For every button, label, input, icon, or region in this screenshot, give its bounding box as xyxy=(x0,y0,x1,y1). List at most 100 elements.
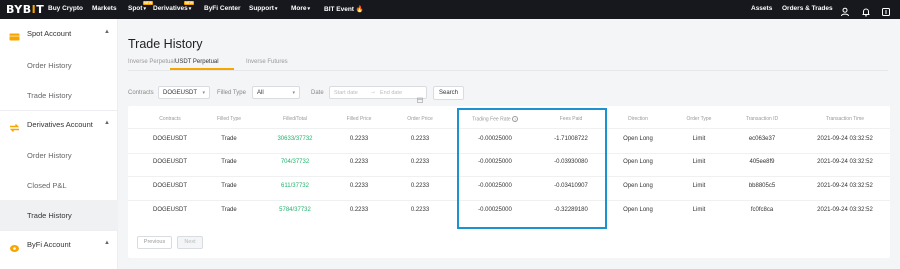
chevron-down-icon: ▾ xyxy=(274,6,278,12)
sidebar-item-derivatives-trade-history[interactable]: Trade History xyxy=(0,200,118,230)
table-cell: Limit xyxy=(692,207,706,213)
tab-usdt-perpetual[interactable]: USDT Perpetual xyxy=(175,59,219,65)
table-cell: 5784/37732 xyxy=(279,207,311,213)
column-header: Order Price xyxy=(407,116,433,122)
table-cell: 2021-09-24 03:32:52 xyxy=(817,136,873,142)
sidebar-item-spot-order-history[interactable]: Order History xyxy=(0,50,118,80)
filled-type-select[interactable]: All ▾ xyxy=(252,86,300,99)
sidebar-section-derivatives-account[interactable]: Derivatives Account ▲ xyxy=(0,110,118,140)
nav-more[interactable]: More▾ xyxy=(291,5,310,12)
calendar-icon[interactable] xyxy=(417,90,423,103)
start-date-input[interactable]: Start date xyxy=(334,90,358,96)
new-badge: NEW xyxy=(143,1,154,5)
chevron-down-icon: ▾ xyxy=(292,90,295,96)
chevron-up-icon: ▲ xyxy=(104,29,110,35)
table-cell: 0.2233 xyxy=(349,159,369,165)
table-cell: 2021-09-24 03:32:52 xyxy=(817,159,873,165)
chevron-up-icon: ▲ xyxy=(104,240,110,246)
table-cell: 0.2233 xyxy=(410,183,430,189)
table-cell: Open Long xyxy=(623,207,653,213)
table-cell: 611/37732 xyxy=(281,183,309,189)
sidebar-item-closed-pnl[interactable]: Closed P&L xyxy=(0,170,118,200)
chevron-down-icon: ▾ xyxy=(188,6,192,12)
table-cell: 30633/37732 xyxy=(277,136,313,142)
bell-icon[interactable] xyxy=(861,4,871,17)
table-cell: 0.2233 xyxy=(410,136,430,142)
table-cell[interactable]: ec063e37 xyxy=(727,136,797,142)
piggy-bank-icon xyxy=(9,240,20,252)
next-button[interactable]: Next xyxy=(177,236,203,249)
table-cell: Limit xyxy=(692,136,706,142)
nav-markets[interactable]: Markets xyxy=(92,5,117,12)
sidebar-item-label: Trade History xyxy=(27,91,72,100)
exchange-icon xyxy=(9,120,20,132)
table-cell[interactable]: 405ee8f9 xyxy=(727,159,797,165)
flame-icon: 🔥 xyxy=(355,6,364,13)
page-title: Trade History xyxy=(128,37,203,51)
nav-support[interactable]: Support▾ xyxy=(249,5,277,12)
table-cell: Trade xyxy=(221,159,237,165)
sidebar-item-derivatives-order-history[interactable]: Order History xyxy=(0,140,118,170)
sidebar-item-label: Trade History xyxy=(27,211,72,220)
table-cell: Limit xyxy=(692,183,706,189)
tab-inverse-futures[interactable]: Inverse Futures xyxy=(246,59,288,65)
table-cell: Open Long xyxy=(623,136,653,142)
contracts-value: DOGEUSDT xyxy=(163,90,198,96)
date-range-picker[interactable]: Start date → End date xyxy=(329,86,427,103)
contracts-select[interactable]: DOGEUSDT ▾ xyxy=(158,86,210,99)
menu-icon[interactable] xyxy=(881,4,891,16)
column-header: Order Type xyxy=(686,116,712,122)
nav-assets[interactable]: Assets xyxy=(751,5,772,12)
sidebar-section-label: Derivatives Account xyxy=(27,120,93,129)
nav-bit-event[interactable]: BIT Event 🔥 xyxy=(324,5,364,13)
sidebar-item-label: Closed P&L xyxy=(27,181,67,190)
table-cell: Limit xyxy=(692,159,706,165)
top-navigation: BYBIT Buy Crypto Markets Spot▾ NEW Deriv… xyxy=(0,0,900,19)
table-cell: 0.2233 xyxy=(349,136,369,142)
new-badge: NEW xyxy=(184,1,195,5)
column-header: Transaction ID xyxy=(745,116,779,122)
table-cell[interactable]: bb8805c5 xyxy=(727,183,797,189)
column-header: Direction xyxy=(628,116,648,122)
sidebar-item-label: Order History xyxy=(27,151,72,160)
chevron-down-icon: ▾ xyxy=(307,6,311,12)
user-icon[interactable] xyxy=(840,4,850,17)
table-cell: 2021-09-24 03:32:52 xyxy=(817,183,873,189)
table-cell: Trade xyxy=(221,136,237,142)
end-date-input[interactable]: End date xyxy=(380,90,402,96)
table-cell[interactable]: fc0fc8ca xyxy=(727,207,797,213)
chevron-up-icon: ▲ xyxy=(104,120,110,126)
fee-columns-highlight xyxy=(457,108,607,229)
wallet-icon xyxy=(9,29,20,41)
nav-byfi-center[interactable]: ByFi Center xyxy=(204,5,240,12)
table-cell: 0.2233 xyxy=(349,207,369,213)
bybit-logo[interactable]: BYBIT xyxy=(6,3,44,16)
nav-orders-trades[interactable]: Orders & Trades xyxy=(782,5,833,12)
chevron-down-icon: ▾ xyxy=(143,6,146,12)
divider xyxy=(128,70,888,71)
sidebar-section-spot-account[interactable]: Spot Account ▲ xyxy=(0,19,118,49)
column-header: Filled Price xyxy=(346,116,372,122)
table-cell: Trade xyxy=(221,183,237,189)
sidebar-section-label: ByFi Account xyxy=(27,240,71,249)
search-button[interactable]: Search xyxy=(433,86,464,100)
column-header: Filled Type xyxy=(216,116,242,122)
sidebar-section-label: Spot Account xyxy=(27,29,72,38)
previous-button[interactable]: Previous xyxy=(137,236,172,249)
filled-type-label: Filled Type xyxy=(217,90,246,96)
sidebar-section-byfi-account[interactable]: ByFi Account ▲ xyxy=(0,230,118,260)
table-cell: 0.2233 xyxy=(410,207,430,213)
table-cell: Trade xyxy=(221,207,237,213)
filled-type-value: All xyxy=(257,90,264,96)
chevron-down-icon: ▾ xyxy=(202,90,205,96)
nav-buy-crypto[interactable]: Buy Crypto xyxy=(48,5,83,12)
column-header: Transaction Time xyxy=(825,116,865,122)
nav-spot[interactable]: Spot▾ xyxy=(128,5,146,12)
column-header: Filled/Total xyxy=(283,116,307,122)
tab-inverse-perpetual[interactable]: Inverse Perpetual xyxy=(128,59,175,65)
table-cell: 704/37732 xyxy=(280,159,310,165)
date-label: Date xyxy=(311,90,324,96)
nav-derivatives[interactable]: Derivatives▾ xyxy=(153,5,191,12)
sidebar-item-spot-trade-history[interactable]: Trade History xyxy=(0,80,118,110)
table-cell: 0.2233 xyxy=(349,183,369,189)
